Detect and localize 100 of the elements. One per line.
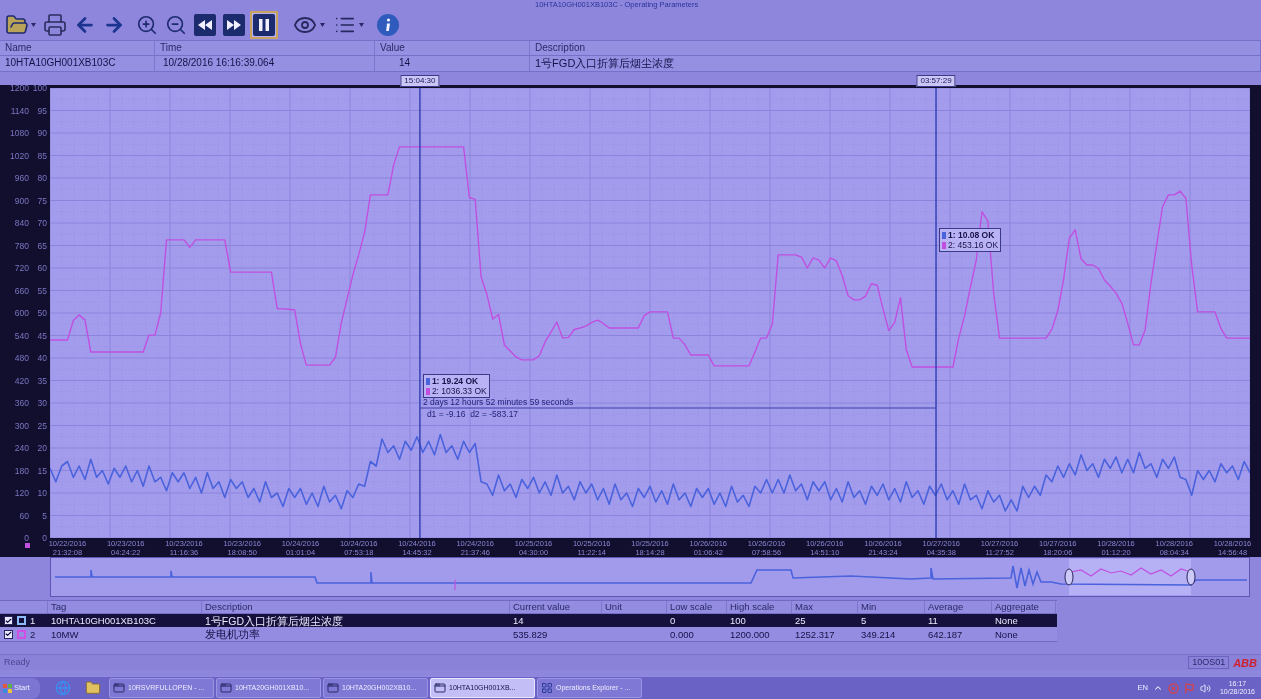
y-axis-label: 1200: [9, 83, 29, 93]
column-header: Aggregate: [995, 601, 1039, 613]
y-axis-label: 0: [41, 533, 47, 543]
y-axis-label: 80: [36, 173, 47, 183]
table-cell: 10/28/2016 16:16:39.064: [163, 57, 275, 70]
column-header: High scale: [730, 601, 775, 613]
table-cell: 349.214: [861, 628, 896, 640]
table-row[interactable]: 2 10MW 发电机功率 535.829 0.000 1200.000 1252.317 349.214 642.187 None: [0, 627, 1057, 641]
y-axis-label: 65: [36, 240, 47, 251]
cursor-time-label[interactable]: 03:57:29: [916, 75, 956, 87]
folder-icon: [5, 13, 29, 37]
column-header: Name: [5, 41, 32, 54]
series-marker-icon: [942, 231, 946, 239]
caret-icon: [359, 23, 364, 27]
y-axis-label: 180: [13, 465, 29, 476]
y-axis-label: 60: [36, 263, 47, 273]
table-cell: 535.829: [513, 628, 548, 640]
range-handle[interactable]: [1064, 568, 1074, 586]
window-icon: [220, 682, 232, 694]
y-axis-label: 660: [13, 285, 29, 296]
table-cell: 100: [730, 615, 746, 627]
y-axis-label: 780: [13, 240, 29, 251]
y-axis-label: 75: [36, 195, 47, 206]
table-cell: 11: [928, 615, 938, 627]
table-cell: 10MW: [51, 628, 79, 640]
table-cell: 14: [399, 57, 411, 70]
column-header: Min: [861, 601, 877, 613]
y-axis-label: 10: [36, 488, 47, 498]
series-marker-icon: [425, 387, 430, 395]
table-cell: 642.187: [928, 628, 963, 640]
column-header: Unit: [605, 601, 622, 613]
table-cell: None: [995, 628, 1018, 640]
checkbox[interactable]: [4, 616, 13, 626]
y-axis-label: 240: [13, 443, 29, 453]
print-button[interactable]: [41, 12, 69, 38]
table-cell: 1号FGD入口折算后烟尘浓度: [205, 614, 343, 627]
range-selection[interactable]: [1069, 559, 1191, 595]
checkbox[interactable]: [4, 629, 13, 639]
table-cell: 10HTA10GH001XB103C: [5, 57, 116, 70]
y-axis-label: 35: [36, 375, 47, 386]
range-handle[interactable]: [1186, 568, 1196, 586]
table-cell: 0.000: [670, 628, 694, 640]
caret-icon: [320, 23, 325, 27]
caret-icon: [31, 23, 36, 27]
table-cell: 14: [513, 615, 524, 627]
y-axis-label: 360: [13, 398, 29, 408]
y-axis-label: 30: [36, 398, 47, 408]
status-text: Ready: [4, 657, 30, 668]
y-axis-label: 420: [13, 375, 29, 386]
y-axis-label: 1140: [9, 105, 29, 116]
chevron-up-icon[interactable]: [1152, 683, 1163, 693]
table-cell: 1200.000: [730, 628, 770, 640]
row-number: 1: [30, 615, 36, 627]
y-axis-label: 300: [13, 420, 29, 431]
table-cell: None: [995, 615, 1018, 627]
fast-forward-icon: [223, 14, 245, 36]
y-axis-label: 960: [13, 173, 29, 183]
status-field: 10OS01: [1188, 656, 1230, 669]
column-header: Description: [535, 41, 586, 54]
cursor-time-label[interactable]: 15:04:30: [400, 75, 440, 87]
y-axis-label: 70: [36, 218, 47, 228]
column-header: Time: [160, 41, 182, 54]
window-icon: [113, 682, 125, 694]
series-marker-icon: [425, 377, 430, 385]
y-axis-label: 15: [36, 465, 47, 476]
row-number: 2: [30, 628, 36, 640]
readout-text: 1: 19.24 OK: [431, 376, 479, 386]
window-icon: [434, 682, 446, 694]
y-axis-label: 1020: [9, 150, 29, 161]
y-axis-label: 45: [36, 330, 47, 341]
column-header: Description: [205, 601, 253, 613]
rewind-button[interactable]: [192, 12, 218, 38]
table-cell: 发电机功率: [205, 628, 260, 641]
pause-icon: [253, 14, 275, 36]
window-icon: [327, 682, 339, 694]
series-marker-icon: [942, 241, 946, 249]
info-button[interactable]: [375, 12, 401, 38]
table-cell: 10HTA10GH001XB103C: [51, 615, 156, 627]
arrow-right-icon: [103, 14, 125, 36]
span-delta-text: d1 = -9.16 d2 = -583.17: [426, 409, 519, 419]
fast-forward-button[interactable]: [221, 12, 247, 38]
y-axis-label: 1080: [9, 128, 29, 138]
info-icon: [377, 14, 399, 36]
y-axis-label: 20: [36, 443, 47, 453]
y-axis-label: 0: [23, 533, 29, 543]
readout-text: 2: 453.16 OK: [948, 240, 999, 250]
y-axis-label: 85: [36, 150, 47, 161]
y-axis-label: 720: [13, 263, 29, 273]
y-axis-label: 50: [36, 308, 47, 318]
table-cell: 1252.317: [795, 628, 835, 640]
column-header: Tag: [51, 601, 67, 613]
y-axis-label: 480: [13, 353, 29, 363]
column-header: Average: [928, 601, 964, 613]
series-marker-icon: [25, 543, 30, 548]
table-cell: 5: [861, 615, 867, 627]
four-squares-icon: [3, 683, 12, 693]
y-axis-label: 95: [36, 105, 47, 116]
speaker-icon[interactable]: [1199, 682, 1211, 694]
column-header: Low scale: [670, 601, 713, 613]
pause-button[interactable]: [250, 11, 278, 39]
